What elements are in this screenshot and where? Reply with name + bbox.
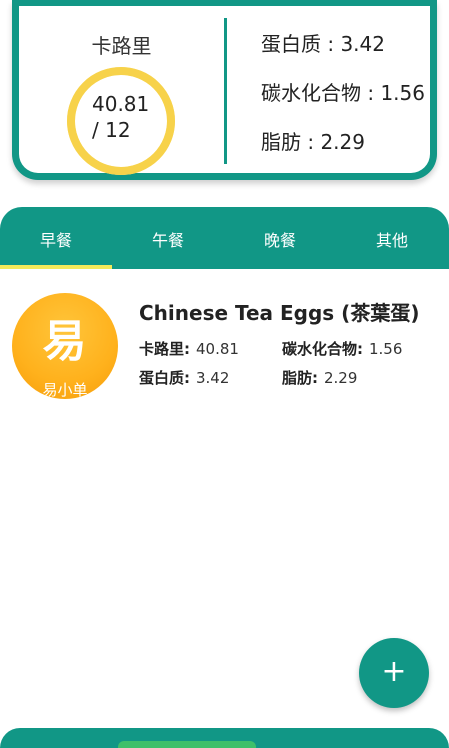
food-carbs-value: 1.56 (369, 340, 403, 358)
calorie-goal: / 12 (92, 118, 131, 142)
protein-total: 蛋白质 : 3.42 (261, 32, 385, 56)
calorie-block: 卡路里 40.81 / 12 (19, 20, 219, 175)
macro-list: 蛋白质 : 3.42 碳水化合物 : 1.56 脂肪 : 2.29 (261, 28, 425, 175)
food-fat-value: 2.29 (324, 369, 358, 387)
logo-caption: 易小单 (42, 381, 88, 399)
food-fat-label: 脂肪: (282, 369, 318, 387)
list-item[interactable]: 易 易小单 Chinese Tea Eggs (茶葉蛋) 卡路里: 40.81 碳… (0, 285, 449, 405)
tab-dinner[interactable]: 晚餐 (224, 227, 336, 251)
food-carbs-label: 碳水化合物: (282, 340, 363, 358)
plus-icon: + (381, 654, 407, 689)
food-fat: 脂肪: 2.29 (282, 367, 357, 388)
fat-total: 脂肪 : 2.29 (261, 130, 365, 154)
food-calories: 卡路里: 40.81 (139, 338, 239, 359)
bottom-nav-active-pill[interactable] (118, 741, 256, 748)
food-carbs: 碳水化合物: 1.56 (282, 338, 402, 359)
carbs-total: 碳水化合物 : 1.56 (261, 81, 425, 105)
food-calories-value: 40.81 (196, 340, 239, 358)
food-name: Chinese Tea Eggs (茶葉蛋) (139, 301, 420, 325)
food-protein-label: 蛋白质: (139, 369, 190, 387)
food-calories-label: 卡路里: (139, 340, 190, 358)
add-food-button[interactable]: + (359, 638, 429, 708)
tab-other[interactable]: 其他 (336, 227, 448, 251)
active-tab-indicator (0, 265, 112, 269)
logo-glyph: 易 (42, 316, 88, 367)
meal-tab-bar: 早餐 午餐 晚餐 其他 (0, 207, 449, 269)
calorie-label: 卡路里 (91, 34, 152, 58)
tab-breakfast[interactable]: 早餐 (0, 227, 112, 251)
nutrition-summary-card: 卡路里 40.81 / 12 蛋白质 : 3.42 碳水化合物 : 1.56 脂… (12, 0, 437, 180)
food-protein: 蛋白质: 3.42 (139, 367, 229, 388)
tab-lunch[interactable]: 午餐 (112, 227, 224, 251)
food-protein-value: 3.42 (196, 369, 230, 387)
calorie-readout: 40.81 / 12 (92, 91, 149, 143)
food-logo-icon: 易 易小单 (12, 293, 118, 399)
summary-divider (224, 18, 227, 164)
calorie-value: 40.81 (92, 92, 150, 116)
